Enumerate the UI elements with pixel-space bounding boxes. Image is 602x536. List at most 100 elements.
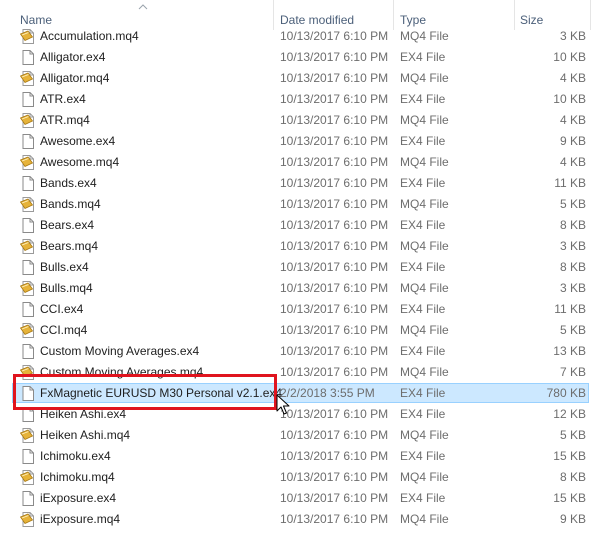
file-date-modified: 10/13/2017 6:10 PM [280,113,389,127]
column-header-bar: Name Date modified Type Size [0,0,602,30]
mq4-file-icon [20,197,34,212]
file-name: Awesome.ex4 [40,134,116,148]
file-type: EX4 File [400,491,446,505]
file-date-modified: 10/13/2017 6:10 PM [280,29,389,43]
file-date-modified: 10/13/2017 6:10 PM [280,428,389,442]
column-header-size[interactable]: Size [520,0,590,30]
file-name: Bears.ex4 [40,218,95,232]
file-list: Accumulation.mq4 10/13/2017 6:10 PM MQ4 Fi… [0,27,602,536]
file-name: iExposure.ex4 [40,491,117,505]
file-type: MQ4 File [400,29,449,43]
file-date-modified: 10/13/2017 6:10 PM [280,281,389,295]
blank-file-icon [22,302,34,317]
file-name: Bands.mq4 [40,197,101,211]
mq4-file-icon [20,29,34,44]
file-size: 780 KB [546,386,586,400]
file-type: EX4 File [400,50,446,64]
file-row[interactable]: Bears.ex4 10/13/2017 6:10 PM EX4 File 8 KB [0,215,602,236]
column-divider[interactable] [273,0,274,30]
file-size: 3 KB [559,239,586,253]
column-header-date-modified[interactable]: Date modified [280,0,390,30]
file-date-modified: 10/13/2017 6:10 PM [280,71,389,85]
file-name: Heiken Ashi.mq4 [40,428,131,442]
file-row[interactable]: Ichimoku.mq4 10/13/2017 6:10 PM MQ4 File 8 … [0,467,602,488]
file-name: CCI.mq4 [40,323,88,337]
file-date-modified: 10/13/2017 6:10 PM [280,512,389,526]
file-type: EX4 File [400,407,446,421]
file-size: 15 KB [553,491,586,505]
file-size: 3 KB [559,281,586,295]
file-row[interactable]: Awesome.ex4 10/13/2017 6:10 PM EX4 File 9 K… [0,131,602,152]
mouse-pointer-icon [276,394,290,415]
file-type: MQ4 File [400,365,449,379]
file-type: MQ4 File [400,71,449,85]
file-row[interactable]: Custom Moving Averages.ex4 10/13/2017 6:1… [0,341,602,362]
file-row[interactable]: ATR.mq4 10/13/2017 6:10 PM MQ4 File 4 KB [0,110,602,131]
blank-file-icon [22,449,34,464]
file-row[interactable]: Bulls.mq4 10/13/2017 6:10 PM MQ4 File 3 KB [0,278,602,299]
file-size: 15 KB [553,449,586,463]
file-row[interactable]: Accumulation.mq4 10/13/2017 6:10 PM MQ4 Fi… [0,27,602,47]
file-size: 8 KB [559,260,586,274]
mq4-file-icon [20,470,34,485]
file-date-modified: 10/13/2017 6:10 PM [280,197,389,211]
file-type: MQ4 File [400,428,449,442]
file-size: 4 KB [559,113,586,127]
file-row[interactable]: Bears.mq4 10/13/2017 6:10 PM MQ4 File 3 KB [0,236,602,257]
file-row[interactable]: Ichimoku.ex4 10/13/2017 6:10 PM EX4 File 15… [0,446,602,467]
file-date-modified: 10/13/2017 6:10 PM [280,155,389,169]
file-row[interactable]: Alligator.mq4 10/13/2017 6:10 PM MQ4 File 4… [0,68,602,89]
file-name: ATR.ex4 [40,92,86,106]
file-size: 12 KB [553,407,586,421]
file-date-modified: 10/13/2017 6:10 PM [280,218,389,232]
column-header-type[interactable]: Type [400,0,510,30]
file-row[interactable]: Bulls.ex4 10/13/2017 6:10 PM EX4 File 8 KB [0,257,602,278]
file-name: Bulls.mq4 [40,281,93,295]
file-size: 4 KB [559,71,586,85]
file-row[interactable]: CCI.mq4 10/13/2017 6:10 PM MQ4 File 5 KB [0,320,602,341]
file-type: EX4 File [400,344,446,358]
file-date-modified: 10/13/2017 6:10 PM [280,491,389,505]
file-size: 5 KB [559,197,586,211]
mq4-file-icon [20,428,34,443]
file-date-modified: 10/13/2017 6:10 PM [280,134,389,148]
file-row[interactable]: Awesome.mq4 10/13/2017 6:10 PM MQ4 File 4 K… [0,152,602,173]
file-row[interactable]: Bands.ex4 10/13/2017 6:10 PM EX4 File 11 KB [0,173,602,194]
file-date-modified: 10/13/2017 6:10 PM [280,302,389,316]
file-date-modified: 10/13/2017 6:10 PM [280,92,389,106]
blank-file-icon [22,50,34,65]
file-name: ATR.mq4 [40,113,90,127]
file-date-modified: 10/13/2017 6:10 PM [280,239,389,253]
file-row[interactable]: iExposure.ex4 10/13/2017 6:10 PM EX4 File 1… [0,488,602,509]
file-type: MQ4 File [400,323,449,337]
annotation-highlight-box [13,374,277,410]
file-type: EX4 File [400,218,446,232]
blank-file-icon [22,344,34,359]
file-name: iExposure.mq4 [40,512,121,526]
file-type: MQ4 File [400,197,449,211]
column-divider[interactable] [590,0,591,30]
mq4-file-icon [20,512,34,527]
file-row[interactable]: Heiken Ashi.mq4 10/13/2017 6:10 PM MQ4 Fil… [0,425,602,446]
file-size: 11 KB [554,176,586,190]
column-header-name[interactable]: Name [20,0,270,30]
file-row[interactable]: Bands.mq4 10/13/2017 6:10 PM MQ4 File 5 KB [0,194,602,215]
column-divider[interactable] [514,0,515,30]
file-size: 3 KB [559,29,586,43]
mq4-file-icon [20,281,34,296]
file-row[interactable]: iExposure.mq4 10/13/2017 6:10 PM MQ4 File 9… [0,509,602,530]
file-row[interactable]: ATR.ex4 10/13/2017 6:10 PM EX4 File 10 KB [0,89,602,110]
file-size: 13 KB [553,344,586,358]
file-date-modified: 2/2/2018 3:55 PM [280,386,375,400]
file-date-modified: 10/13/2017 6:10 PM [280,260,389,274]
mq4-file-icon [20,155,34,170]
mq4-file-icon [20,323,34,338]
file-size: 10 KB [553,92,586,106]
file-size: 4 KB [559,155,586,169]
blank-file-icon [22,92,34,107]
file-row[interactable]: CCI.ex4 10/13/2017 6:10 PM EX4 File 11 KB [0,299,602,320]
file-date-modified: 10/13/2017 6:10 PM [280,323,389,337]
file-type: EX4 File [400,260,446,274]
file-row[interactable]: Alligator.ex4 10/13/2017 6:10 PM EX4 File 1… [0,47,602,68]
column-divider[interactable] [393,0,394,30]
